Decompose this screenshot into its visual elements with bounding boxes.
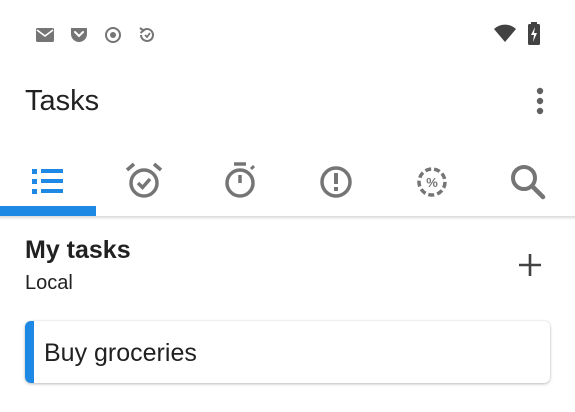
battery-charging-icon [528, 22, 540, 45]
tab-bar: % [0, 150, 575, 216]
task-color-accent [25, 321, 34, 383]
status-bar [0, 0, 575, 66]
alarm-icon [125, 162, 163, 198]
progress-percent-icon: % [417, 167, 447, 197]
timer-icon [225, 162, 256, 198]
wifi-icon [494, 24, 516, 42]
tab-priority[interactable] [288, 150, 384, 216]
more-vert-icon [536, 87, 544, 115]
task-title: Buy groceries [44, 339, 197, 367]
list-account-label: Local [25, 272, 73, 294]
priority-icon [320, 166, 352, 198]
list-icon [32, 169, 63, 194]
pocket-icon [71, 28, 87, 42]
overflow-menu-button[interactable] [525, 84, 555, 118]
app-bar: Tasks [0, 66, 575, 136]
tab-search[interactable] [480, 150, 575, 216]
tab-alarm[interactable] [96, 150, 192, 216]
system-icons [493, 22, 541, 46]
search-icon [511, 165, 546, 200]
tab-divider [0, 216, 575, 220]
list-header: My tasks Local [0, 230, 575, 300]
mail-icon [36, 28, 54, 42]
sync-icon [139, 27, 154, 42]
svg-text:%: % [426, 175, 438, 190]
task-item[interactable]: Buy groceries [25, 321, 550, 383]
list-title: My tasks [25, 236, 131, 264]
notification-icons [35, 25, 157, 45]
tab-selected-indicator [0, 206, 96, 216]
add-task-button[interactable] [513, 248, 547, 282]
tab-timer[interactable] [192, 150, 288, 216]
app-title: Tasks [25, 85, 100, 117]
add-icon [519, 254, 541, 276]
tab-progress[interactable]: % [384, 150, 480, 216]
record-icon [105, 27, 121, 43]
